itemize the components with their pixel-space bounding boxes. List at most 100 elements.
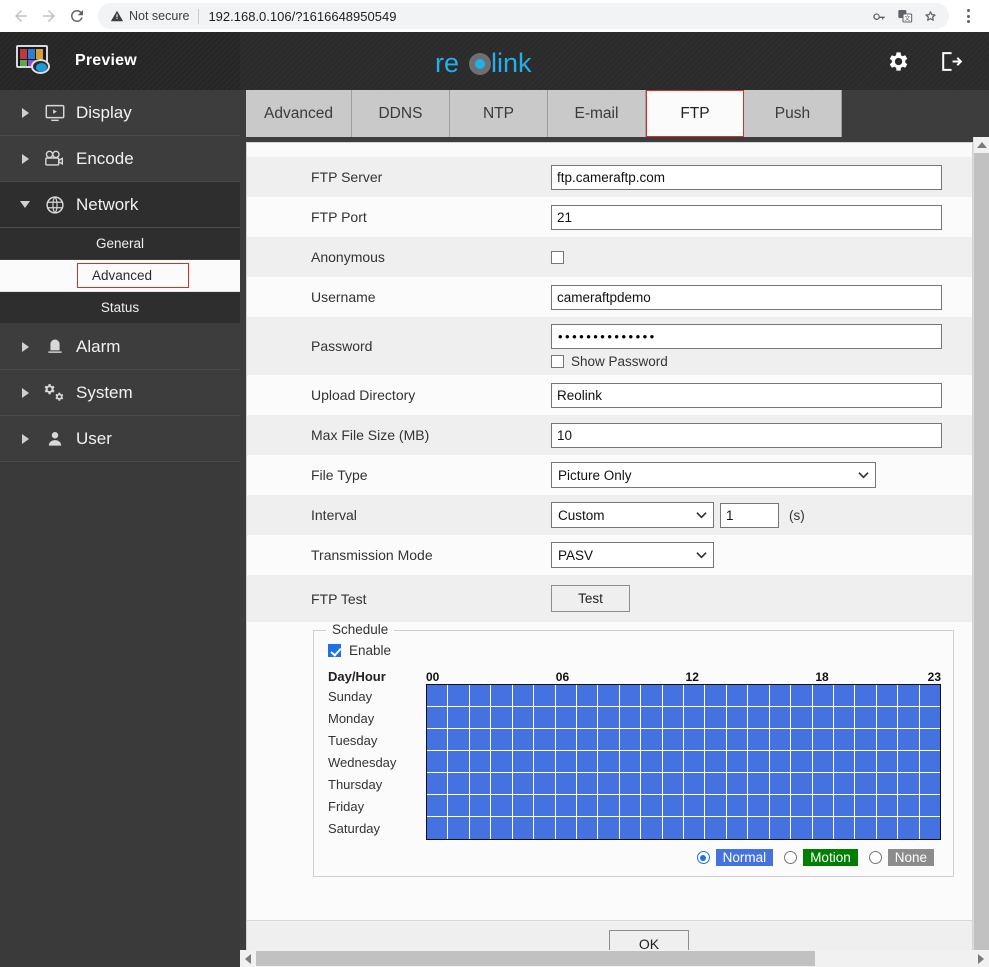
schedule-cell[interactable] (920, 707, 940, 729)
transmission-mode-select[interactable]: PASV (551, 542, 714, 568)
hscroll-track[interactable] (256, 950, 973, 967)
schedule-cell[interactable] (663, 773, 684, 795)
schedule-cell[interactable] (491, 707, 512, 729)
schedule-cell[interactable] (577, 795, 598, 817)
username-input[interactable] (551, 285, 942, 310)
schedule-cell[interactable] (791, 817, 812, 839)
schedule-cell[interactable] (855, 685, 876, 707)
schedule-cell[interactable] (577, 751, 598, 773)
schedule-cell[interactable] (470, 751, 491, 773)
sidebar-item-encode[interactable]: Encode (0, 136, 240, 182)
schedule-cell[interactable] (684, 685, 705, 707)
vertical-scrollbar[interactable] (973, 137, 989, 967)
gear-icon[interactable] (885, 49, 910, 74)
schedule-cell[interactable] (920, 729, 940, 751)
schedule-row-friday[interactable] (427, 795, 940, 817)
schedule-cell[interactable] (855, 751, 876, 773)
schedule-cell[interactable] (577, 729, 598, 751)
schedule-cell[interactable] (748, 817, 769, 839)
schedule-cell[interactable] (791, 773, 812, 795)
scroll-right-arrow-icon[interactable] (973, 950, 989, 967)
schedule-cell[interactable] (791, 729, 812, 751)
schedule-cell[interactable] (534, 795, 555, 817)
schedule-cell[interactable] (427, 795, 448, 817)
schedule-cell[interactable] (727, 729, 748, 751)
tab-push[interactable]: Push (744, 90, 842, 137)
schedule-cell[interactable] (620, 817, 641, 839)
sidebar-item-network[interactable]: Network (0, 182, 240, 228)
schedule-cell[interactable] (748, 729, 769, 751)
schedule-cell[interactable] (748, 773, 769, 795)
schedule-cell[interactable] (470, 729, 491, 751)
schedule-cell[interactable] (684, 795, 705, 817)
schedule-cell[interactable] (448, 751, 469, 773)
schedule-cell[interactable] (491, 729, 512, 751)
schedule-cell[interactable] (663, 817, 684, 839)
schedule-cell[interactable] (877, 817, 898, 839)
schedule-cell[interactable] (770, 729, 791, 751)
reload-button[interactable] (64, 3, 90, 29)
schedule-cell[interactable] (791, 795, 812, 817)
schedule-cell[interactable] (813, 751, 834, 773)
schedule-cell[interactable] (577, 773, 598, 795)
schedule-cell[interactable] (705, 773, 726, 795)
radio-motion[interactable] (784, 851, 797, 864)
schedule-cell[interactable] (427, 707, 448, 729)
schedule-cell[interactable] (491, 773, 512, 795)
schedule-cell[interactable] (727, 795, 748, 817)
schedule-cell[interactable] (791, 751, 812, 773)
sidebar-item-alarm[interactable]: Alarm (0, 324, 240, 370)
preview-button[interactable]: Preview (0, 32, 240, 90)
schedule-cell[interactable] (834, 795, 855, 817)
schedule-cell[interactable] (813, 729, 834, 751)
tab-advanced[interactable]: Advanced (246, 90, 352, 137)
schedule-cell[interactable] (663, 729, 684, 751)
back-button[interactable] (8, 3, 34, 29)
schedule-cell[interactable] (834, 751, 855, 773)
schedule-cell[interactable] (448, 729, 469, 751)
schedule-cell[interactable] (898, 729, 919, 751)
schedule-cell[interactable] (813, 817, 834, 839)
schedule-cell[interactable] (748, 707, 769, 729)
schedule-cell[interactable] (705, 707, 726, 729)
schedule-cell[interactable] (513, 685, 534, 707)
anonymous-checkbox[interactable] (551, 251, 564, 264)
schedule-cell[interactable] (920, 751, 940, 773)
schedule-cell[interactable] (427, 685, 448, 707)
schedule-cell[interactable] (770, 817, 791, 839)
schedule-cell[interactable] (748, 795, 769, 817)
schedule-cell[interactable] (448, 685, 469, 707)
schedule-cell[interactable] (470, 795, 491, 817)
schedule-row-tuesday[interactable] (427, 729, 940, 751)
schedule-cell[interactable] (663, 795, 684, 817)
schedule-cell[interactable] (556, 685, 577, 707)
schedule-cell[interactable] (620, 685, 641, 707)
schedule-cell[interactable] (877, 685, 898, 707)
schedule-cell[interactable] (791, 707, 812, 729)
schedule-cell[interactable] (641, 773, 662, 795)
schedule-cell[interactable] (770, 685, 791, 707)
schedule-cell[interactable] (898, 817, 919, 839)
interval-select[interactable]: Custom (551, 502, 714, 528)
schedule-cell[interactable] (598, 751, 619, 773)
schedule-cell[interactable] (705, 685, 726, 707)
schedule-cell[interactable] (727, 773, 748, 795)
file-type-select[interactable]: Picture Only (551, 462, 876, 488)
schedule-cell[interactable] (577, 685, 598, 707)
schedule-cell[interactable] (513, 795, 534, 817)
schedule-cell[interactable] (727, 751, 748, 773)
schedule-cell[interactable] (598, 773, 619, 795)
schedule-cell[interactable] (877, 795, 898, 817)
tab-ftp[interactable]: FTP (646, 90, 744, 137)
schedule-cell[interactable] (556, 729, 577, 751)
schedule-cell[interactable] (684, 707, 705, 729)
vscroll-thumb[interactable] (974, 153, 989, 951)
schedule-cell[interactable] (598, 817, 619, 839)
sidebar-subitem-status[interactable]: Status (0, 292, 240, 324)
schedule-cell[interactable] (684, 751, 705, 773)
schedule-cell[interactable] (513, 817, 534, 839)
schedule-cell[interactable] (556, 751, 577, 773)
schedule-cell[interactable] (705, 751, 726, 773)
schedule-cell[interactable] (770, 795, 791, 817)
schedule-cell[interactable] (920, 773, 940, 795)
